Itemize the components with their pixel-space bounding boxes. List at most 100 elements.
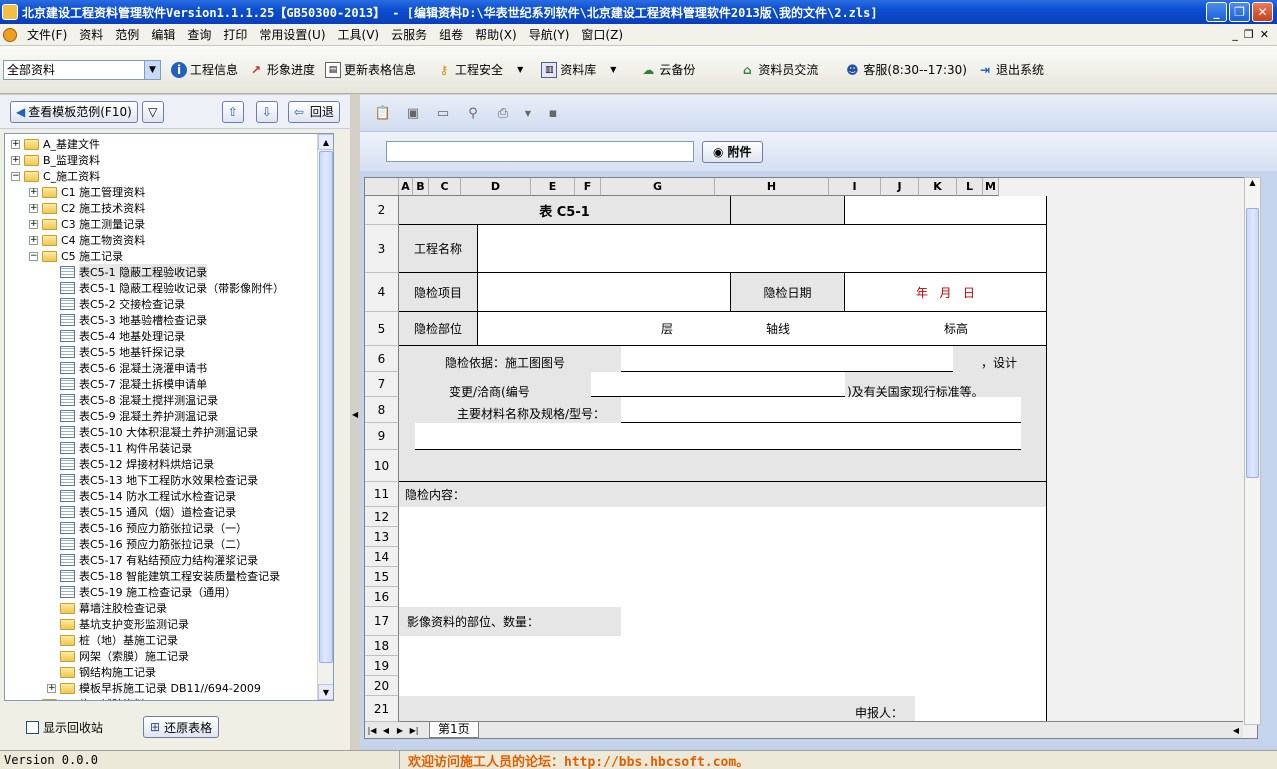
toolbar-support[interactable]: ☻ 客服(8:30--17:30) <box>844 61 967 78</box>
expand-icon[interactable]: + <box>29 187 38 197</box>
tree-item[interactable]: 表C5-16 预应力筋张拉记录（二） <box>47 536 247 552</box>
toolbar-update-forms[interactable]: ▤ 更新表格信息 <box>325 61 416 78</box>
materials-input[interactable] <box>621 397 1021 423</box>
tree-scrollbar[interactable]: ▲ ▼ <box>317 134 333 700</box>
column-header[interactable]: B <box>413 178 429 196</box>
menu-settings[interactable]: 常用设置(U) <box>253 26 331 43</box>
chevron-down-icon[interactable]: ▼ <box>524 104 532 122</box>
cell-images-area[interactable] <box>399 636 1047 696</box>
tree-item[interactable]: 表C5-17 有粘结预应力结构灌浆记录 <box>47 552 258 568</box>
tree-item[interactable]: 桩（地）基施工记录 <box>47 632 178 648</box>
move-down-button[interactable]: ⇩ <box>255 100 278 123</box>
toolbar-cloud-backup[interactable]: ☁ 云备份 <box>640 61 695 78</box>
tree-item[interactable]: 表C5-13 地下工程防水效果检查记录 <box>47 472 258 488</box>
column-header[interactable]: M <box>983 178 999 196</box>
tree-item[interactable]: 表C5-15 通风（烟）道检查记录 <box>47 504 236 520</box>
toolbar-safety[interactable]: ⚷ 工程安全 ▼ <box>436 61 524 78</box>
materials-input-2[interactable] <box>415 423 1021 450</box>
menu-window[interactable]: 窗口(Z) <box>575 26 629 43</box>
tree-item[interactable]: − C_施工资料 <box>11 168 100 184</box>
tree-item[interactable]: 钢结构施工记录 <box>47 664 156 680</box>
collapse-icon[interactable]: − <box>11 171 20 181</box>
expand-icon[interactable]: + <box>11 139 20 149</box>
sheet-corner[interactable] <box>365 178 399 196</box>
mdi-minimize-button[interactable]: _ <box>1232 28 1238 41</box>
filter-button[interactable]: ▽ <box>141 100 164 123</box>
tree-item[interactable]: 表C5-2 交接检查记录 <box>47 296 185 312</box>
tree-item[interactable]: − C5 施工记录 <box>29 248 123 264</box>
toolbar-exit[interactable]: ⇥ 退出系统 <box>977 61 1044 78</box>
tree-item[interactable]: 表C5-9 混凝土养护测温记录 <box>47 408 218 424</box>
attach-button[interactable]: ◉ 附件 <box>702 140 763 163</box>
row-header[interactable]: 20 <box>365 676 399 696</box>
category-combo[interactable]: 全部资料 ▼ <box>3 59 161 80</box>
layout-icon[interactable]: ▭ <box>434 104 452 122</box>
document-icon[interactable] <box>3 27 17 42</box>
tree-item[interactable]: 表C5-1 隐蔽工程验收记录 <box>47 264 208 280</box>
row-header[interactable]: 8 <box>365 397 399 423</box>
find-icon[interactable]: ⚲ <box>464 104 482 122</box>
menu-print[interactable]: 打印 <box>217 26 253 43</box>
menu-query[interactable]: 查询 <box>181 26 217 43</box>
row-header[interactable]: 18 <box>365 636 399 656</box>
first-sheet-icon[interactable]: |◀ <box>365 726 379 735</box>
tree-scroll-thumb[interactable] <box>319 151 333 663</box>
toolbar-library[interactable]: ▥ 资料库 ▼ <box>541 61 616 78</box>
change-no-input[interactable] <box>591 372 845 397</box>
chevron-down-icon[interactable]: ▼ <box>610 65 616 74</box>
menu-edit[interactable]: 编辑 <box>145 26 181 43</box>
cell-location[interactable]: 层 轴线 标高 <box>478 312 1047 346</box>
row-header[interactable]: 12 <box>365 507 399 527</box>
tree-item[interactable]: + 模板早拆施工记录 DB11//694-2009 <box>47 680 261 696</box>
tree-item[interactable]: 表C5-12 焊接材料烘焙记录 <box>47 456 214 472</box>
menu-cloud[interactable]: 云服务 <box>385 26 433 43</box>
menu-help[interactable]: 帮助(X) <box>469 26 523 43</box>
tree-item[interactable]: + C3 施工测量记录 <box>29 216 145 232</box>
cell-content-label[interactable]: 隐检内容： <box>399 482 1047 507</box>
row-header[interactable]: 9 <box>365 423 399 450</box>
cell-project-name[interactable] <box>478 225 1047 273</box>
collapse-left-icon[interactable]: ◀ <box>352 410 358 424</box>
maximize-button[interactable]: ❐ <box>1229 2 1250 22</box>
cell-images[interactable] <box>621 607 1047 636</box>
cell-h2[interactable] <box>731 196 845 225</box>
cell-item-label[interactable]: 隐检项目 <box>399 273 478 312</box>
tree-item[interactable]: + A_基建文件 <box>11 136 100 152</box>
toolbar-exchange[interactable]: ⌂ 资料员交流 <box>739 61 818 78</box>
tree-item[interactable]: 表C5-7 混凝土拆模申请单 <box>47 376 207 392</box>
toolbar-progress[interactable]: ↗ 形象进度 <box>248 61 315 78</box>
tree-item[interactable]: 表C5-1 隐蔽工程验收记录（带影像附件） <box>47 280 284 296</box>
row-header[interactable]: 4 <box>365 273 399 312</box>
tree-item[interactable]: + C4 施工物资资料 <box>29 232 145 248</box>
collapse-icon[interactable]: − <box>29 251 38 261</box>
tree-item[interactable]: 表C5-18 智能建筑工程安装质量检查记录 <box>47 568 280 584</box>
column-header[interactable]: J <box>881 178 919 196</box>
tree-item[interactable]: 表C5-10 大体积混凝土养护测温记录 <box>47 424 258 440</box>
row-header[interactable]: 14 <box>365 547 399 567</box>
row-header[interactable]: 10 <box>365 450 399 482</box>
tree-item[interactable]: 表C5-14 防水工程试水检查记录 <box>47 488 236 504</box>
spreadsheet[interactable]: 表 C5-1 工程名称 隐检项目 隐检日期 年 月 日 隐检部位 层 轴线 标高… <box>364 177 1258 739</box>
menu-file[interactable]: 文件(F) <box>21 26 73 43</box>
sheet-scrollbar[interactable]: ▲ <box>1244 177 1261 725</box>
menu-tools[interactable]: 工具(V) <box>332 26 386 43</box>
restore-button[interactable]: ⊞ 还原表格 <box>143 716 220 738</box>
row-header[interactable]: 3 <box>365 225 399 273</box>
view-template-button[interactable]: ◀ 查看模板范例(F10) <box>10 100 138 123</box>
column-header[interactable]: E <box>531 178 575 196</box>
bag-icon[interactable]: ▪ <box>544 104 562 122</box>
cell-date-label[interactable]: 隐检日期 <box>731 273 845 312</box>
tree-item[interactable]: 网架（索膜）施工记录 <box>47 648 189 664</box>
scroll-up-icon[interactable]: ▲ <box>318 134 333 150</box>
next-sheet-icon[interactable]: ▶ <box>393 726 407 735</box>
data-tree[interactable]: ▲ ▼ + A_基建文件 + B_监理资料 − C_施工资料 + C1 施工管理资料 + C2 施… <box>4 133 334 701</box>
column-header[interactable]: F <box>575 178 601 196</box>
tree-item[interactable]: + C6 施工试验资料 <box>29 696 145 700</box>
move-up-button[interactable]: ⇧ <box>221 100 244 123</box>
expand-icon[interactable]: + <box>29 235 38 245</box>
sheet-tab-page1[interactable]: 第1页 <box>429 722 479 738</box>
print-icon[interactable]: ⎙ <box>494 104 512 122</box>
cell-item[interactable] <box>478 273 731 312</box>
column-header[interactable]: A <box>399 178 413 196</box>
scroll-down-icon[interactable]: ▼ <box>318 684 333 700</box>
